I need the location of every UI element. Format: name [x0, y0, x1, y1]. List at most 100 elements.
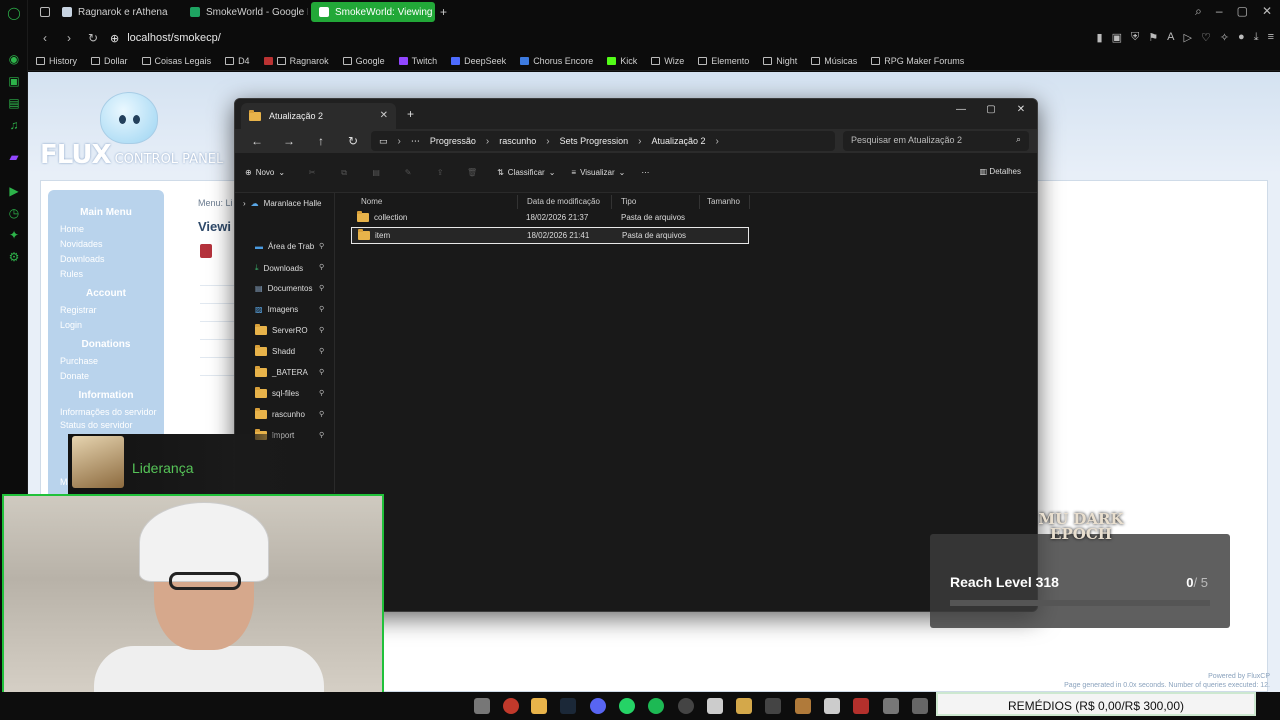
close-icon[interactable]: ✕ — [1262, 4, 1272, 19]
vpn-icon[interactable]: ⚑ — [1148, 31, 1158, 44]
pin-icon[interactable]: ⚲ — [319, 284, 324, 292]
menu-item-login[interactable]: Login — [48, 318, 164, 333]
bookmark-rpg-maker[interactable]: RPG Maker Forums — [871, 56, 964, 66]
column-divider[interactable] — [749, 195, 750, 209]
explorer-tab[interactable]: Atualização 2 ✕ — [241, 103, 396, 129]
menu-item-donate[interactable]: Donate — [48, 369, 164, 384]
menu-item-server-info[interactable]: Informações do servidor — [48, 405, 164, 418]
tab-ragnarok[interactable]: Ragnarok e rAthena — [54, 2, 180, 22]
wallet-icon[interactable]: ▮ — [1097, 31, 1103, 44]
pin-icon[interactable]: ⚲ — [319, 263, 324, 271]
terminal-icon[interactable] — [912, 698, 928, 714]
close-window-button[interactable]: ✕ — [1011, 104, 1031, 115]
column-divider[interactable] — [699, 195, 700, 209]
play-icon[interactable]: ▷ — [1183, 31, 1191, 44]
maximize-button[interactable]: ▢ — [981, 104, 1001, 115]
opera-logo-icon[interactable]: ◯ — [7, 6, 21, 20]
pin-icon[interactable]: ⚲ — [319, 242, 324, 250]
app-icon[interactable] — [853, 698, 869, 714]
menu-item-novidades[interactable]: Novidades — [48, 237, 164, 252]
task-view-icon[interactable] — [474, 698, 490, 714]
column-name[interactable]: Nome — [361, 197, 382, 206]
delete-icon[interactable]: 🗑 — [461, 168, 483, 177]
share-icon[interactable]: ⇪ — [429, 168, 451, 177]
menu-item-purchase[interactable]: Purchase — [48, 354, 164, 369]
discord-icon[interactable] — [590, 698, 606, 714]
file-row-selected[interactable]: item 18/02/2026 21:41 Pasta de arquivos — [351, 227, 749, 244]
shield-icon[interactable]: ⛨ — [1131, 31, 1139, 44]
bookmark-coisas-legais[interactable]: Coisas Legais — [141, 56, 211, 66]
more-options-icon[interactable]: ⋯ — [641, 168, 649, 177]
search-tabs-icon[interactable]: ⌕ — [1195, 4, 1202, 19]
new-button[interactable]: ⊕ Novo ⌄ — [245, 168, 285, 177]
menu-item-home[interactable]: Home — [48, 222, 164, 237]
menu-item-downloads[interactable]: Downloads — [48, 252, 164, 267]
heart-icon[interactable]: ♡ — [1201, 31, 1211, 44]
sort-button[interactable]: ⇅ Classificar ⌄ — [497, 168, 555, 177]
obs-icon[interactable] — [678, 698, 694, 714]
pin-icon[interactable]: ⚲ — [319, 326, 324, 334]
pin-icon[interactable]: ⚲ — [319, 410, 324, 418]
up-arrow-icon[interactable]: ↑ — [311, 134, 331, 148]
translate-icon[interactable]: A — [1167, 31, 1174, 44]
nav-sql-files[interactable]: sql-files — [255, 387, 299, 398]
rename-icon[interactable]: ✎ — [397, 168, 419, 177]
bookmark-night[interactable]: Night — [763, 56, 797, 66]
spotify-icon[interactable] — [648, 698, 664, 714]
app-icon[interactable] — [824, 698, 840, 714]
history-icon[interactable]: ◷ — [7, 206, 21, 220]
explorer-titlebar[interactable]: Atualização 2 ✕ + — ▢ ✕ — [235, 99, 1037, 129]
nav-shadd[interactable]: Shadd — [255, 345, 295, 356]
bookmark-musicas[interactable]: Músicas — [811, 56, 857, 66]
music-icon[interactable]: ♫ — [7, 118, 21, 132]
forward-arrow-icon[interactable]: → — [279, 134, 299, 148]
minimize-icon[interactable]: – — [1216, 4, 1223, 19]
game-icon[interactable] — [795, 698, 811, 714]
reload-button[interactable]: ↻ — [86, 31, 100, 45]
game-icon[interactable] — [736, 698, 752, 714]
new-tab-button[interactable]: + — [407, 107, 414, 121]
minimize-button[interactable]: — — [951, 104, 971, 115]
snapshot-icon[interactable]: ▣ — [1112, 31, 1122, 44]
computer-icon[interactable]: ▭ — [379, 136, 388, 147]
settings-icon[interactable]: ⚙ — [7, 250, 21, 264]
download-icon[interactable]: ⤓ — [1254, 31, 1259, 44]
steam-icon[interactable] — [560, 698, 576, 714]
nav-images[interactable]: ▨ Imagens — [255, 305, 298, 314]
search-input[interactable]: Pesquisar em Atualização 2 ⌕ — [843, 131, 1029, 151]
whatsapp-icon[interactable]: ◉ — [7, 52, 21, 66]
nav-serverro[interactable]: ServerRO — [255, 324, 308, 335]
menu-item-server-status[interactable]: Status do servidor — [48, 418, 164, 433]
bookmark-elemento[interactable]: Elemento — [698, 56, 749, 66]
details-button[interactable]: ▥ Detalhes — [980, 167, 1021, 176]
menu-icon[interactable]: ≡ — [1268, 31, 1274, 44]
column-type[interactable]: Tipo — [621, 197, 636, 206]
view-button[interactable]: ≡ Visualizar ⌄ — [571, 168, 625, 177]
bookmark-ragnarok[interactable]: Ragnarok — [263, 56, 329, 66]
extension-icon[interactable]: ✧ — [1220, 31, 1229, 44]
bookmark-kick[interactable]: Kick — [607, 56, 637, 66]
paste-icon[interactable]: ▤ — [365, 168, 387, 177]
maximize-icon[interactable]: ▢ — [1237, 4, 1248, 19]
whatsapp-taskbar-icon[interactable] — [619, 698, 635, 714]
bookmark-google[interactable]: Google — [342, 56, 385, 66]
column-divider[interactable] — [611, 195, 612, 209]
game-icon[interactable] — [765, 698, 781, 714]
cut-icon[interactable]: ✂ — [301, 168, 323, 177]
back-arrow-icon[interactable]: ← — [247, 134, 267, 148]
column-size[interactable]: Tamanho — [707, 197, 740, 206]
app-icon[interactable] — [707, 698, 723, 714]
bookmark-twitch[interactable]: Twitch — [398, 56, 437, 66]
twitch-icon[interactable]: ▰ — [7, 150, 21, 164]
file-row[interactable]: collection 18/02/2026 21:37 Pasta de arq… — [351, 209, 749, 226]
new-tab-button[interactable]: + — [440, 5, 447, 19]
bookmark-wize[interactable]: Wize — [651, 56, 684, 66]
menu-item-registrar[interactable]: Registrar — [48, 303, 164, 318]
pin-icon[interactable]: ⚲ — [319, 368, 324, 376]
copy-icon[interactable]: ⧉ — [333, 168, 355, 178]
tab-smokeworld-item[interactable]: SmokeWorld: Viewing Item — [311, 2, 435, 22]
bag-icon[interactable]: ▣ — [7, 74, 21, 88]
tab-workspaces[interactable] — [32, 2, 52, 22]
powered-by-link[interactable]: Powered by FluxCP — [1064, 672, 1270, 681]
breadcrumb-rascunho[interactable]: rascunho — [499, 136, 536, 146]
